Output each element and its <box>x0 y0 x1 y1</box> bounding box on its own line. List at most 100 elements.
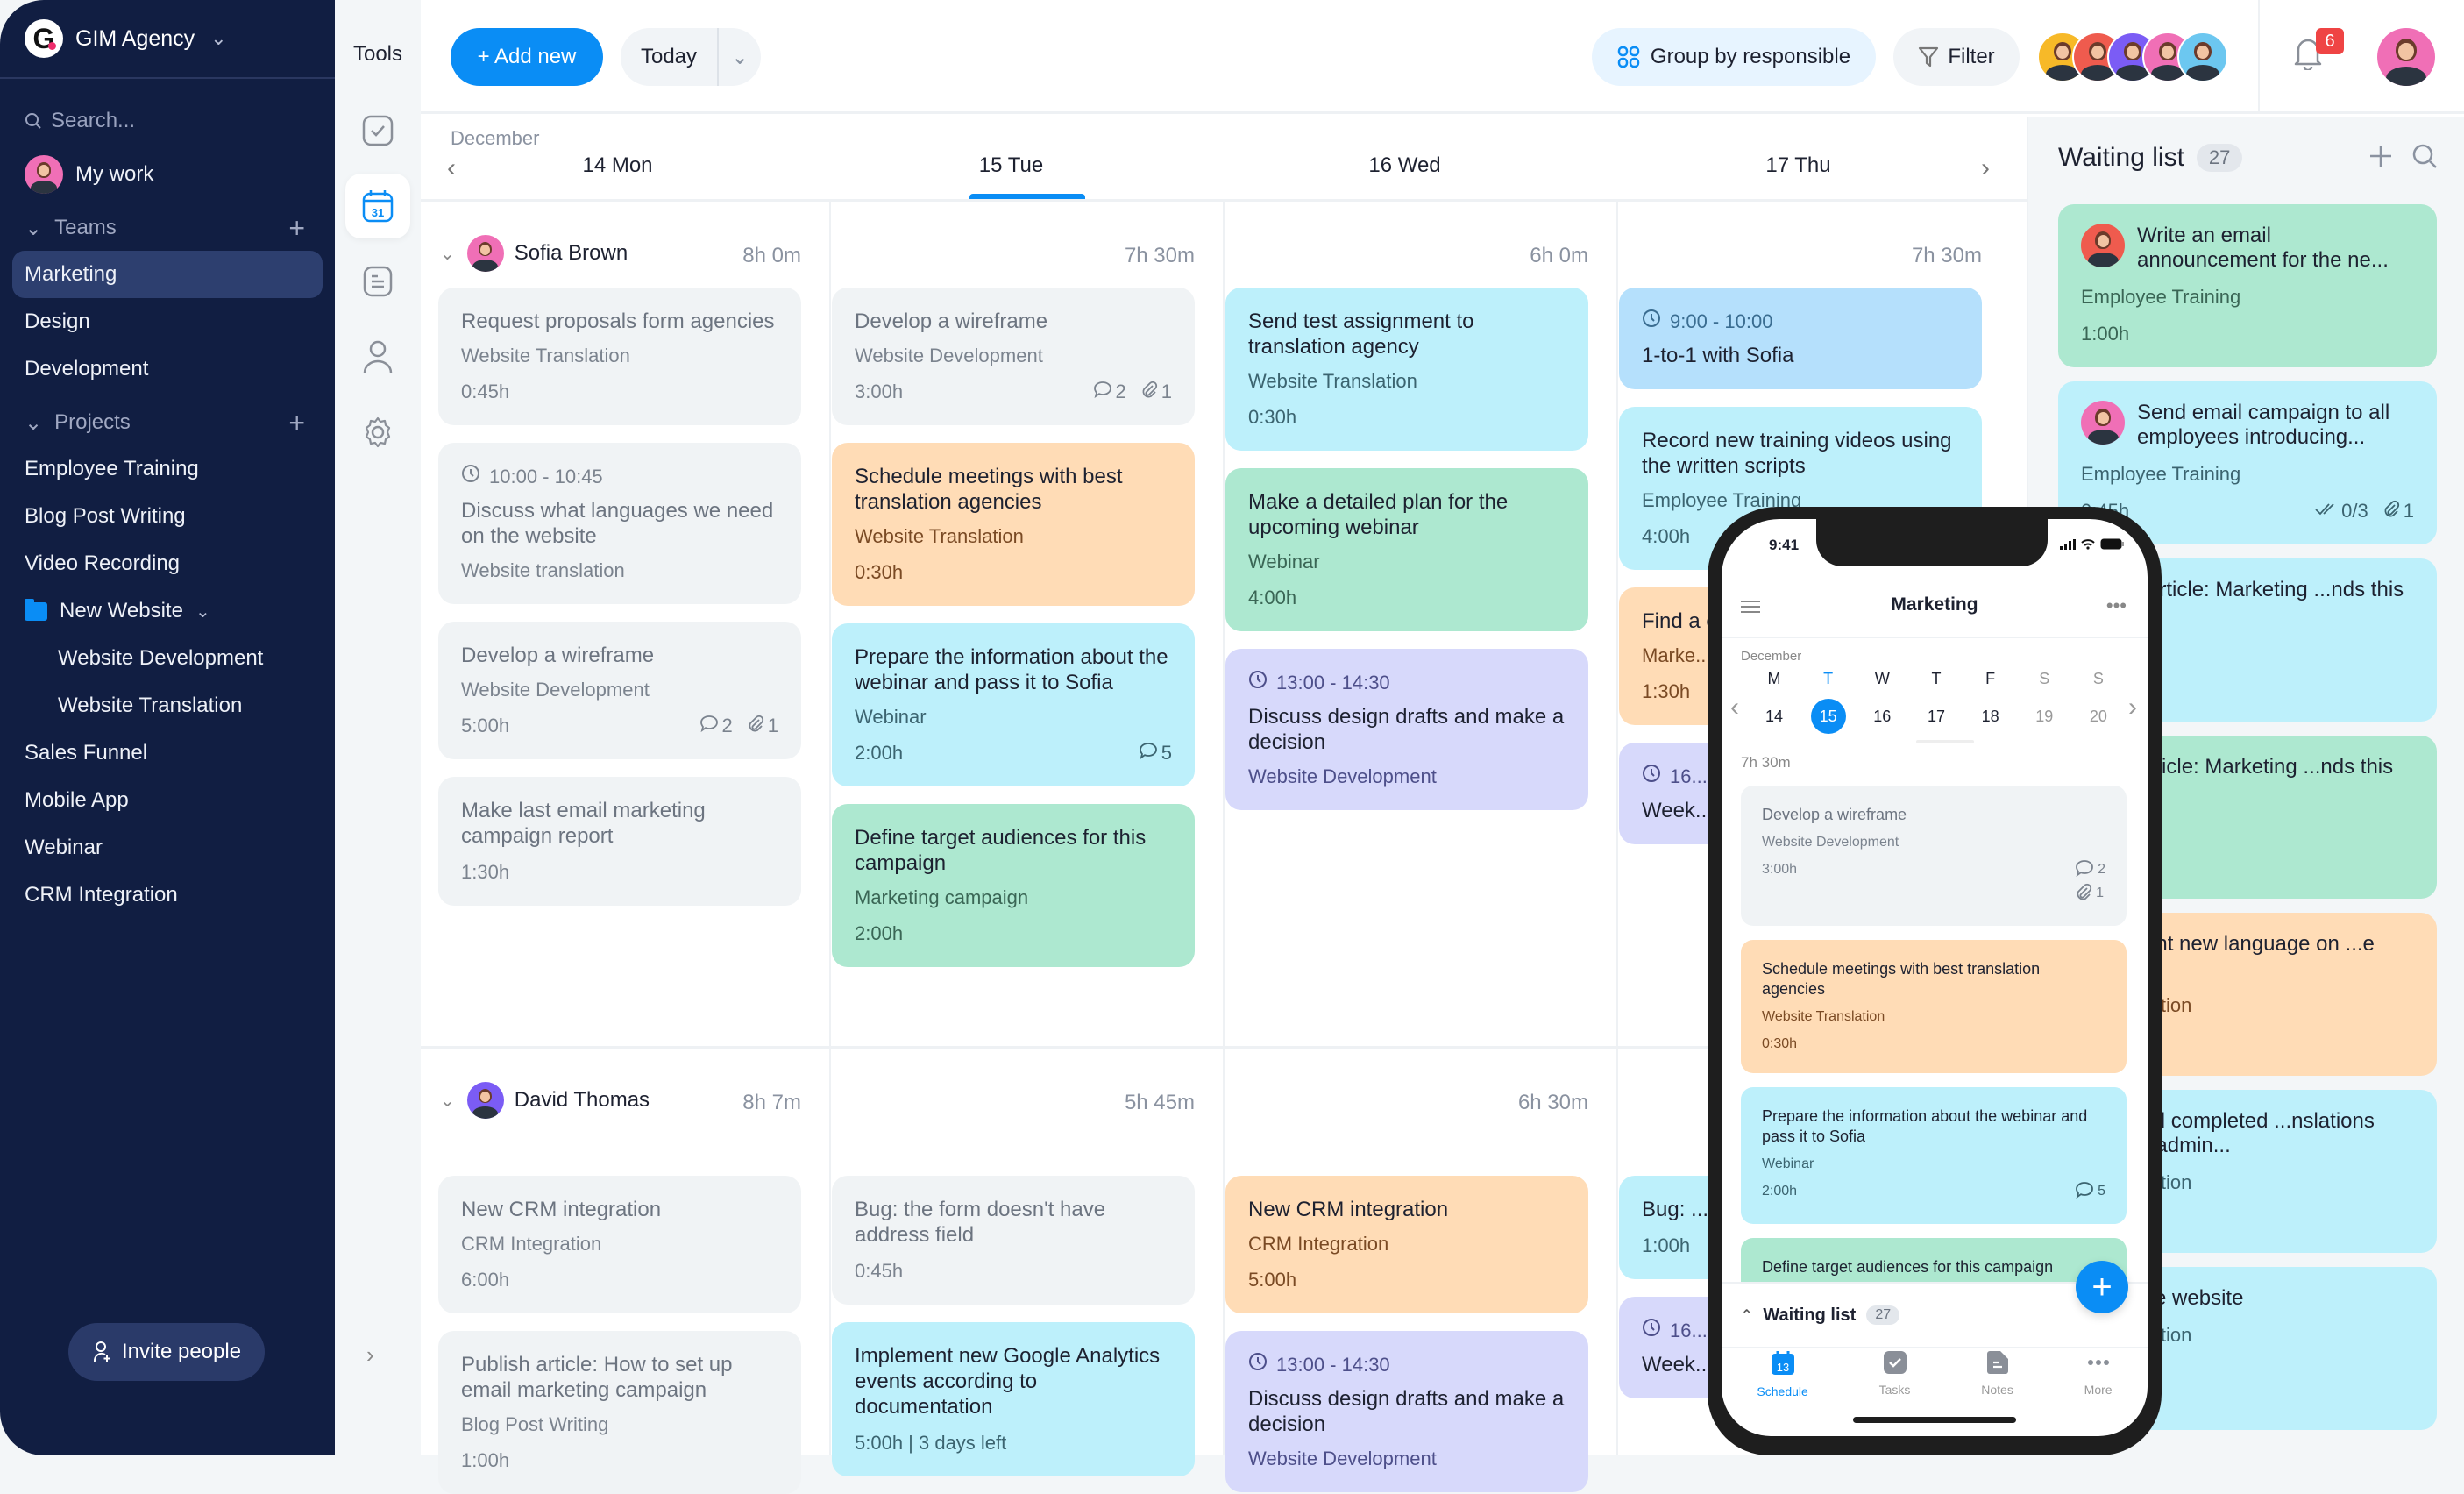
my-work-link[interactable]: My work <box>0 151 335 198</box>
chevron-down-icon[interactable]: ⌄ <box>440 243 455 265</box>
projects-section[interactable]: ⌄ Projects + <box>0 400 335 445</box>
day-header[interactable]: 16 Wed <box>1208 153 1601 178</box>
week-day[interactable]: F 18 <box>1973 670 2008 734</box>
task-card[interactable]: Bug: the form doesn't have address field… <box>832 1176 1195 1305</box>
task-duration: 1:00h <box>2081 323 2130 345</box>
waiting-list-item[interactable]: Write an email announcement for the ne..… <box>2058 204 2437 367</box>
task-card[interactable]: Implement new Google Analytics events ac… <box>832 1322 1195 1476</box>
tool-people[interactable] <box>345 324 410 389</box>
task-card[interactable]: 10:00 - 10:45 Discuss what languages we n… <box>438 443 801 604</box>
week-day[interactable]: W 16 <box>1864 670 1899 734</box>
day-header[interactable]: 14 Mon <box>421 153 814 178</box>
expand-chevron-icon[interactable]: › <box>366 1341 374 1369</box>
task-card[interactable]: Publish article: How to set up email mar… <box>438 1331 801 1494</box>
org-switcher[interactable]: G GIM Agency ⌄ <box>0 0 335 79</box>
tab-schedule[interactable]: 13 Schedule <box>1757 1350 1808 1398</box>
sidebar-item-website-development[interactable]: Website Development <box>0 635 335 682</box>
tool-tasks[interactable] <box>345 98 410 163</box>
more-icon[interactable]: ••• <box>2106 594 2127 617</box>
day-header[interactable]: 15 Tue <box>814 153 1208 178</box>
person-row-header[interactable]: ⌄ Sofia Brown <box>440 235 628 272</box>
task-card[interactable]: 9:00 - 10:00 1-to-1 with Sofia <box>1619 288 1982 389</box>
sidebar-item-development[interactable]: Development <box>0 345 335 393</box>
task-card[interactable]: Define target audiences for this campaig… <box>832 804 1195 967</box>
weekday-letter: T <box>1931 670 1942 687</box>
prev-week-icon[interactable]: ‹ <box>1730 693 1739 722</box>
sidebar-item-video-recording[interactable]: Video Recording <box>0 540 335 587</box>
tab-more[interactable]: More <box>2084 1350 2113 1398</box>
person-row-header[interactable]: ⌄ David Thomas <box>440 1082 650 1119</box>
sidebar-folder-new-website[interactable]: New Website ⌄ <box>0 587 335 635</box>
group-by-button[interactable]: Group by responsible <box>1592 28 1876 86</box>
tab-notes[interactable]: Notes <box>1981 1350 2013 1398</box>
add-new-button[interactable]: + Add new <box>451 28 603 86</box>
sidebar-item-webinar[interactable]: Webinar <box>0 824 335 872</box>
task-card[interactable]: Request proposals form agencies Website T… <box>438 288 801 425</box>
weekday-number: 16 <box>1873 708 1892 725</box>
sidebar-item-employee-training[interactable]: Employee Training <box>0 445 335 493</box>
task-title: New CRM integration <box>1248 1198 1449 1221</box>
task-card[interactable]: 13:00 - 14:30 Discuss design drafts and m… <box>1225 649 1588 810</box>
task-card[interactable]: Schedule meetings with best translation … <box>1741 940 2127 1073</box>
sidebar-item-sales-funnel[interactable]: Sales Funnel <box>0 729 335 777</box>
week-day[interactable]: T 17 <box>1919 670 1954 734</box>
task-card[interactable]: Develop a wireframe Website Development 3:… <box>1741 786 2127 926</box>
task-card[interactable]: 13:00 - 14:30 Discuss design drafts and m… <box>1225 1331 1588 1492</box>
chevron-down-icon[interactable]: ⌄ <box>719 45 761 70</box>
sidebar-search[interactable]: Search... <box>0 103 335 139</box>
sidebar-item-blog-post-writing[interactable]: Blog Post Writing <box>0 493 335 540</box>
task-card[interactable]: Develop a wireframe Website Development 5:… <box>438 622 801 759</box>
add-fab-button[interactable]: + <box>2076 1261 2128 1313</box>
task-card[interactable]: Make last email marketing campaign repor… <box>438 777 801 906</box>
weekday-letter: S <box>2039 670 2050 687</box>
user-avatar[interactable] <box>2377 28 2435 86</box>
search-icon[interactable] <box>2411 143 2438 169</box>
tool-settings[interactable] <box>345 400 410 465</box>
sidebar-item-crm-integration[interactable]: CRM Integration <box>0 872 335 919</box>
sidebar-item-design[interactable]: Design <box>0 298 335 345</box>
comment-count-value: 2 <box>721 715 733 736</box>
task-card[interactable]: Prepare the information about the webina… <box>832 623 1195 786</box>
team-avatars[interactable] <box>2037 32 2228 82</box>
org-logo: G <box>25 19 63 58</box>
drag-handle[interactable] <box>1916 740 1974 743</box>
sidebar-item-label: Website Development <box>58 646 264 670</box>
avatar[interactable] <box>2177 32 2228 82</box>
week-day[interactable]: T 15 <box>1810 670 1846 734</box>
tab-label: Schedule <box>1757 1384 1808 1398</box>
waiting-item-top: Write an email announcement for the ne..… <box>2081 224 2414 273</box>
add-project-icon[interactable]: + <box>288 407 305 439</box>
add-team-icon[interactable]: + <box>288 212 305 245</box>
weekday-letter: F <box>1985 670 1996 687</box>
invite-people-button[interactable]: Invite people <box>68 1323 265 1381</box>
tab-tasks[interactable]: Tasks <box>1879 1350 1910 1398</box>
tool-notes[interactable] <box>345 249 410 314</box>
task-card[interactable]: New CRM integration CRM Integration 6:00h <box>438 1176 801 1313</box>
filter-button[interactable]: Filter <box>1893 28 2020 86</box>
comment-count: 2 <box>2075 859 2105 883</box>
today-label[interactable]: Today <box>621 28 719 86</box>
task-card[interactable]: Develop a wireframe Website Development 3:… <box>832 288 1195 425</box>
week-day[interactable]: M 14 <box>1757 670 1792 734</box>
teams-section[interactable]: ⌄ Teams + <box>0 205 335 251</box>
sidebar-item-marketing[interactable]: Marketing <box>12 251 323 298</box>
task-card[interactable]: Prepare the information about the webina… <box>1741 1087 2127 1224</box>
task-card[interactable]: New CRM integration CRM Integration 5:00h <box>1225 1176 1588 1313</box>
task-card[interactable]: Schedule meetings with best translation … <box>832 443 1195 606</box>
task-card[interactable]: Send test assignment to translation agen… <box>1225 288 1588 451</box>
day-header[interactable]: 17 Thu <box>1601 153 1995 178</box>
weekday-letter: M <box>1767 670 1781 687</box>
avatar <box>2081 224 2125 267</box>
sidebar-item-mobile-app[interactable]: Mobile App <box>0 777 335 824</box>
task-card[interactable]: Make a detailed plan for the upcoming we… <box>1225 468 1588 631</box>
waiting-list-title: Waiting list <box>2058 143 2184 172</box>
sidebar-item-website-translation[interactable]: Website Translation <box>0 682 335 729</box>
week-day[interactable]: S 19 <box>2027 670 2062 734</box>
plus-icon[interactable] <box>2368 143 2394 169</box>
chevron-down-icon[interactable]: ⌄ <box>440 1090 455 1112</box>
task-title: Discuss design drafts and make a decisio… <box>1248 1387 1565 1436</box>
tool-calendar[interactable]: 31 <box>345 174 410 238</box>
week-day[interactable]: S 20 <box>2081 670 2116 734</box>
next-week-icon[interactable]: › <box>2128 693 2137 722</box>
today-button[interactable]: Today ⌄ <box>621 28 761 86</box>
